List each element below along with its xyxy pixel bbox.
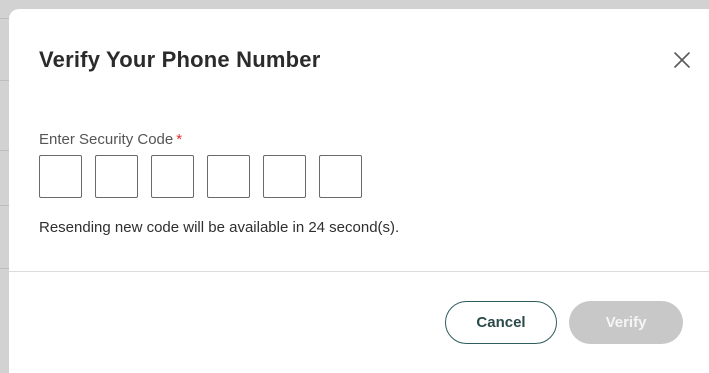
cancel-button[interactable]: Cancel xyxy=(445,301,557,344)
code-digit-6[interactable] xyxy=(319,155,362,198)
dialog-title: Verify Your Phone Number xyxy=(39,47,321,72)
code-digit-1[interactable] xyxy=(39,155,82,198)
security-code-label-text: Enter Security Code xyxy=(39,131,174,148)
footer-divider xyxy=(9,271,709,272)
resend-countdown-message: Resending new code will be available in … xyxy=(39,219,400,236)
security-code-label: Enter Security Code * xyxy=(39,131,182,148)
code-digit-5[interactable] xyxy=(263,155,306,198)
verify-button[interactable]: Verify xyxy=(569,301,683,344)
security-code-inputs xyxy=(39,155,362,198)
close-button[interactable] xyxy=(669,47,695,73)
required-marker: * xyxy=(176,131,183,148)
close-icon xyxy=(674,52,690,68)
code-digit-2[interactable] xyxy=(95,155,138,198)
code-digit-3[interactable] xyxy=(151,155,194,198)
code-digit-4[interactable] xyxy=(207,155,250,198)
verify-phone-dialog: Verify Your Phone Number Enter Security … xyxy=(9,9,709,373)
